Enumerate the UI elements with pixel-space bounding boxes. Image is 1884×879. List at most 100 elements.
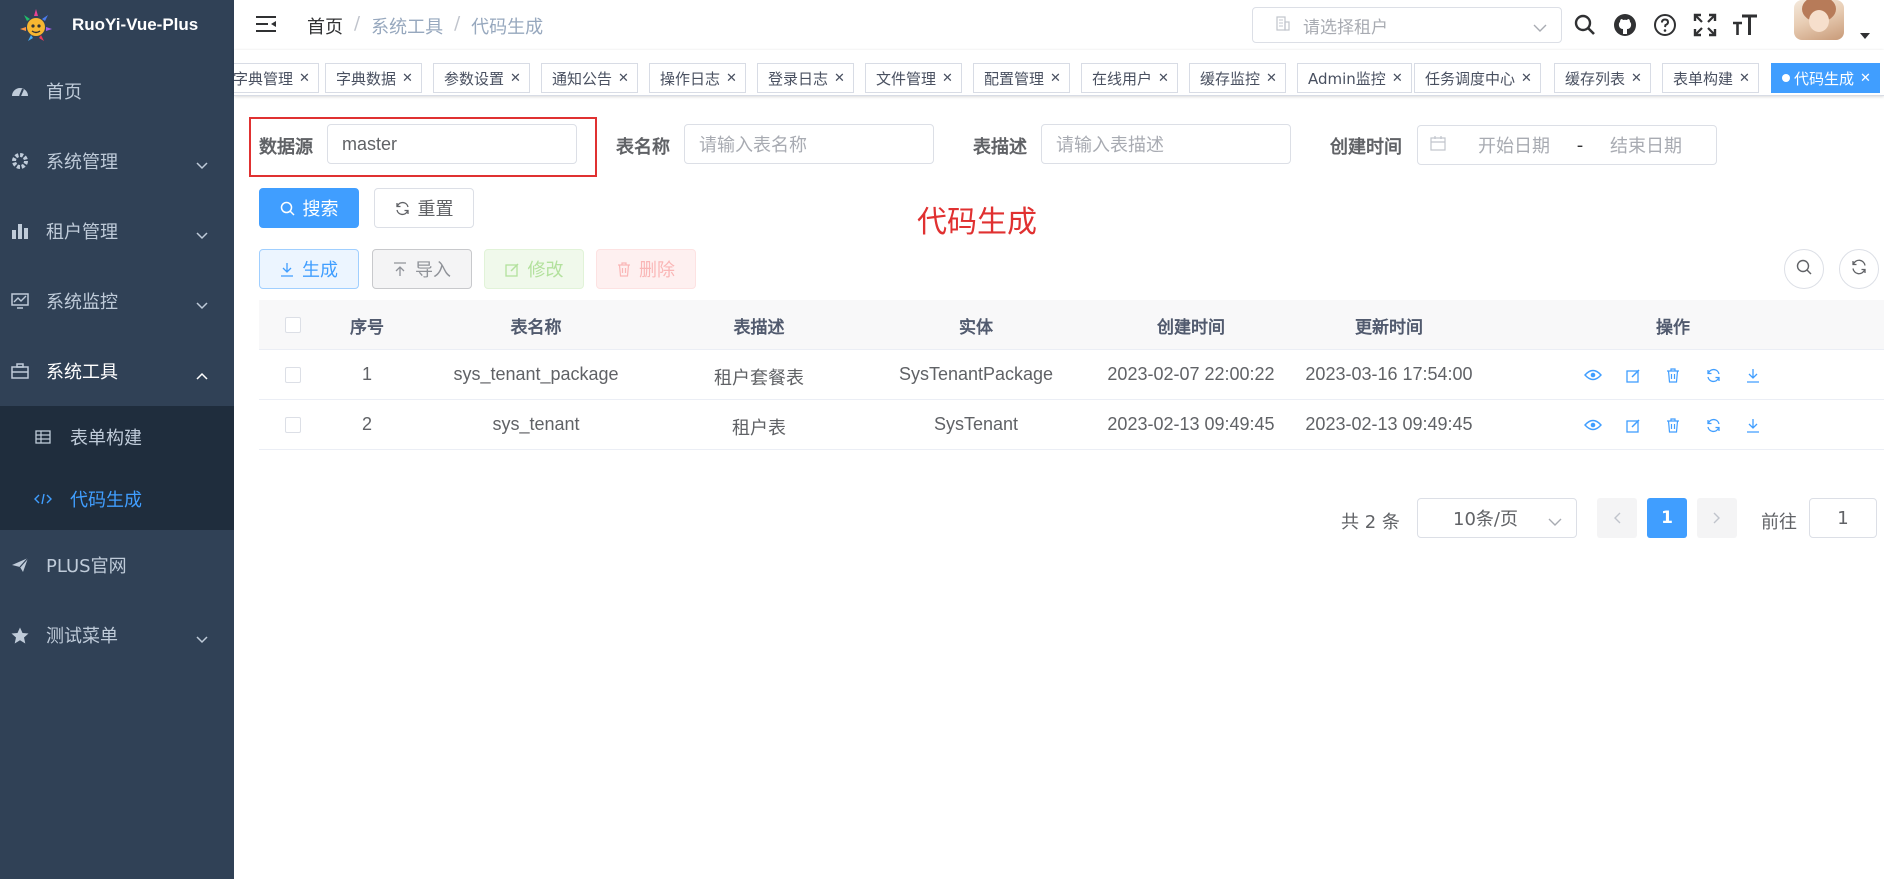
- start-date-input[interactable]: 开始日期: [1460, 132, 1568, 158]
- row-checkbox[interactable]: [285, 367, 301, 383]
- edit-icon[interactable]: [1622, 364, 1644, 386]
- tag-config-manage[interactable]: 配置管理 ✕: [973, 63, 1070, 93]
- sidebar-item-system[interactable]: 系统管理: [0, 126, 234, 196]
- building-icon: [1275, 15, 1291, 36]
- tag-label: 参数设置: [444, 69, 505, 88]
- download-icon[interactable]: [1742, 414, 1764, 436]
- table-desc-label: 表描述: [973, 137, 1027, 158]
- github-icon[interactable]: [1612, 12, 1638, 38]
- select-all-checkbox[interactable]: [285, 317, 301, 333]
- tag-notice[interactable]: 通知公告 ✕: [541, 63, 638, 93]
- goto-page-input[interactable]: 1: [1809, 498, 1877, 538]
- import-button[interactable]: 导入: [372, 249, 472, 289]
- table-desc-input[interactable]: 请输入表描述: [1041, 124, 1291, 164]
- close-icon[interactable]: ✕: [1158, 71, 1169, 86]
- tag-form-build[interactable]: 表单构建 ✕: [1662, 63, 1759, 93]
- tag-job-center[interactable]: 任务调度中心 ✕: [1414, 63, 1541, 93]
- breadcrumb-tools[interactable]: 系统工具: [371, 13, 443, 39]
- tag-code-gen[interactable]: 代码生成 ✕: [1771, 63, 1880, 93]
- close-icon[interactable]: ✕: [1860, 71, 1871, 86]
- close-icon[interactable]: ✕: [1631, 71, 1642, 86]
- close-icon[interactable]: ✕: [834, 71, 845, 86]
- tag-label: 登录日志: [768, 69, 829, 88]
- close-icon[interactable]: ✕: [942, 71, 953, 86]
- sidebar-item-tenant[interactable]: 租户管理: [0, 196, 234, 266]
- table-name-input[interactable]: 请输入表名称: [684, 124, 934, 164]
- delete-button-label: 删除: [639, 260, 675, 281]
- caret-down-icon[interactable]: [1860, 24, 1870, 43]
- avatar[interactable]: [1794, 0, 1844, 40]
- close-icon[interactable]: ✕: [1739, 71, 1750, 86]
- row-checkbox[interactable]: [285, 417, 301, 433]
- sidebar-item-label: 系统工具: [46, 362, 118, 383]
- table-name-placeholder: 请输入表名称: [699, 135, 807, 155]
- close-icon[interactable]: ✕: [1266, 71, 1277, 86]
- tag-label: 字典管理: [234, 69, 294, 88]
- prev-page-button[interactable]: [1597, 498, 1637, 538]
- trash-icon[interactable]: [1662, 364, 1684, 386]
- breadcrumb-separator: /: [354, 13, 361, 34]
- fullscreen-icon[interactable]: [1692, 12, 1718, 38]
- preview-icon[interactable]: [1582, 414, 1604, 436]
- close-icon[interactable]: ✕: [726, 71, 737, 86]
- help-icon[interactable]: [1652, 12, 1678, 38]
- preview-icon[interactable]: [1582, 364, 1604, 386]
- generate-button[interactable]: 生成: [259, 249, 359, 289]
- tag-cache-list[interactable]: 缓存列表 ✕: [1554, 63, 1651, 93]
- datasource-input[interactable]: master: [327, 124, 577, 164]
- sidebar-item-tools[interactable]: 系统工具: [0, 336, 234, 406]
- reset-button[interactable]: 重置: [374, 188, 474, 228]
- sidebar-item-form-build[interactable]: 表单构建: [0, 406, 234, 468]
- close-icon[interactable]: ✕: [402, 71, 413, 86]
- sidebar-item-test-menu[interactable]: 测试菜单: [0, 600, 234, 670]
- tenant-select[interactable]: 请选择租户: [1252, 7, 1562, 43]
- sidebar-item-home[interactable]: 首页: [0, 56, 234, 126]
- close-icon[interactable]: ✕: [1521, 71, 1532, 86]
- tag-params[interactable]: 参数设置 ✕: [433, 63, 530, 93]
- goto-page-value: 1: [1837, 507, 1849, 529]
- menu-toggle-icon[interactable]: [254, 12, 278, 36]
- close-icon[interactable]: ✕: [299, 71, 310, 86]
- search-icon: [1796, 259, 1812, 279]
- tag-cache-monitor[interactable]: 缓存监控 ✕: [1189, 63, 1286, 93]
- created-date-range[interactable]: 开始日期 - 结束日期: [1417, 125, 1717, 165]
- tag-dict-manage[interactable]: 字典管理 ✕: [234, 63, 319, 93]
- tag-login-log[interactable]: 登录日志 ✕: [757, 63, 854, 93]
- sidebar-item-code-gen[interactable]: 代码生成: [0, 468, 234, 530]
- edit-button[interactable]: 修改: [484, 249, 584, 289]
- row-created: 2023-02-13 09:49:45: [1107, 414, 1275, 434]
- download-icon[interactable]: [1742, 364, 1764, 386]
- close-icon[interactable]: ✕: [1050, 71, 1061, 86]
- font-size-icon[interactable]: [1732, 12, 1758, 38]
- page-number-current[interactable]: 1: [1647, 498, 1687, 538]
- tag-online-users[interactable]: 在线用户 ✕: [1081, 63, 1178, 93]
- logo[interactable]: RuoYi-Vue-Plus: [0, 0, 234, 50]
- edit-icon[interactable]: [1622, 414, 1644, 436]
- close-icon[interactable]: ✕: [1392, 71, 1403, 86]
- chevron-down-icon: [196, 224, 208, 245]
- sidebar-item-plus-site[interactable]: PLUS官网: [0, 530, 234, 600]
- sync-icon[interactable]: [1702, 414, 1724, 436]
- toggle-search-button[interactable]: [1784, 249, 1824, 289]
- search-button[interactable]: 搜索: [259, 188, 359, 228]
- sync-icon[interactable]: [1702, 364, 1724, 386]
- tag-oper-log[interactable]: 操作日志 ✕: [649, 63, 746, 93]
- tag-dict-data[interactable]: 字典数据 ✕: [325, 63, 422, 93]
- tag-admin-monitor[interactable]: Admin监控 ✕: [1297, 63, 1412, 93]
- end-date-input[interactable]: 结束日期: [1592, 132, 1700, 158]
- delete-button[interactable]: 删除: [596, 249, 696, 289]
- close-icon[interactable]: ✕: [510, 71, 521, 86]
- sidebar-item-monitor[interactable]: 系统监控: [0, 266, 234, 336]
- search-icon[interactable]: [1572, 12, 1598, 38]
- sidebar-item-label: 代码生成: [70, 490, 142, 511]
- sidebar-item-label: 测试菜单: [46, 626, 118, 647]
- close-icon[interactable]: ✕: [618, 71, 629, 86]
- refresh-table-button[interactable]: [1839, 249, 1879, 289]
- tag-file-manage[interactable]: 文件管理 ✕: [865, 63, 962, 93]
- search-button-label: 搜索: [302, 199, 339, 220]
- goto-label: 前往: [1761, 512, 1797, 533]
- breadcrumb-home[interactable]: 首页: [307, 13, 343, 39]
- trash-icon[interactable]: [1662, 414, 1684, 436]
- next-page-button[interactable]: [1697, 498, 1737, 538]
- page-size-select[interactable]: 10条/页: [1417, 498, 1577, 538]
